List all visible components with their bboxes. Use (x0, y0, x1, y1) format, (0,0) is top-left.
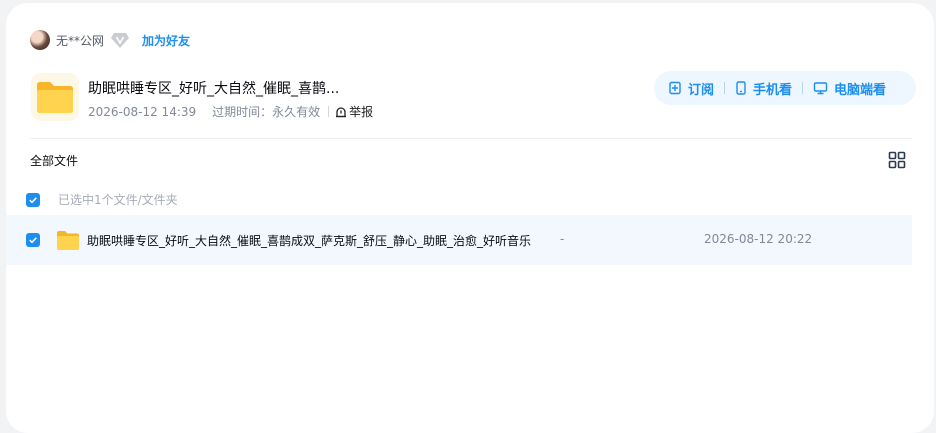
mobile-view-button[interactable]: 手机看 (735, 79, 792, 98)
expire-value: 永久有效 (272, 105, 321, 119)
subscribe-icon (669, 81, 681, 95)
sharer-info: 无**公网 加为好友 (30, 29, 190, 51)
file-date: 2026-08-12 20:22 (704, 232, 813, 246)
avatar[interactable] (30, 30, 50, 50)
monitor-icon (813, 82, 828, 95)
select-all-checkbox[interactable] (26, 192, 40, 207)
phone-icon (736, 81, 746, 95)
checkmark-icon (29, 196, 37, 203)
report-label: 举报 (349, 105, 374, 119)
grid-view-icon[interactable] (888, 151, 906, 169)
checkmark-icon (29, 237, 37, 244)
share-folder-icon (31, 73, 79, 121)
meta-divider (328, 106, 330, 117)
subscribe-label: 订阅 (688, 82, 715, 98)
desktop-view-button[interactable]: 电脑端看 (813, 79, 886, 98)
breadcrumb[interactable]: 全部文件 (30, 152, 78, 169)
action-divider (802, 82, 804, 94)
share-meta: 2026-08-12 14:39 过期时间： 永久有效 举报 (88, 103, 373, 120)
header-divider (30, 138, 912, 139)
sharer-name: 无**公网 (56, 33, 105, 48)
file-name[interactable]: 助眠哄睡专区_好听_大自然_催眠_喜鹊成双_萨克斯_舒压_静心_助眠_治愈_好听… (87, 232, 531, 249)
table-row[interactable]: 助眠哄睡专区_好听_大自然_催眠_喜鹊成双_萨克斯_舒压_静心_助眠_治愈_好听… (6, 215, 912, 265)
row-checkbox[interactable] (26, 233, 40, 247)
file-size: - (560, 232, 565, 246)
action-divider (724, 82, 726, 94)
share-created-time: 2026-08-12 14:39 (88, 104, 197, 119)
add-friend-link[interactable]: 加为好友 (142, 32, 190, 49)
subscribe-button[interactable]: 订阅 (668, 79, 714, 98)
share-card: 无**公网 加为好友 助眠哄睡专区_好听_大自然_催眠_喜鹊... 2026-0… (6, 3, 934, 433)
report-button[interactable]: 举报 (335, 103, 373, 120)
share-actions: 订阅 手机看 电脑端看 (654, 71, 916, 105)
report-icon (336, 106, 347, 117)
mobile-view-label: 手机看 (753, 82, 793, 98)
share-title: 助眠哄睡专区_好听_大自然_催眠_喜鹊... (88, 81, 340, 97)
diamond-vip-icon (111, 33, 130, 48)
selection-count: 已选中1个文件/文件夹 (58, 193, 178, 207)
folder-icon (57, 231, 79, 250)
select-all-row: 已选中1个文件/文件夹 (26, 191, 178, 208)
expire-label: 过期时间： (212, 105, 273, 119)
desktop-view-label: 电脑端看 (834, 82, 887, 98)
